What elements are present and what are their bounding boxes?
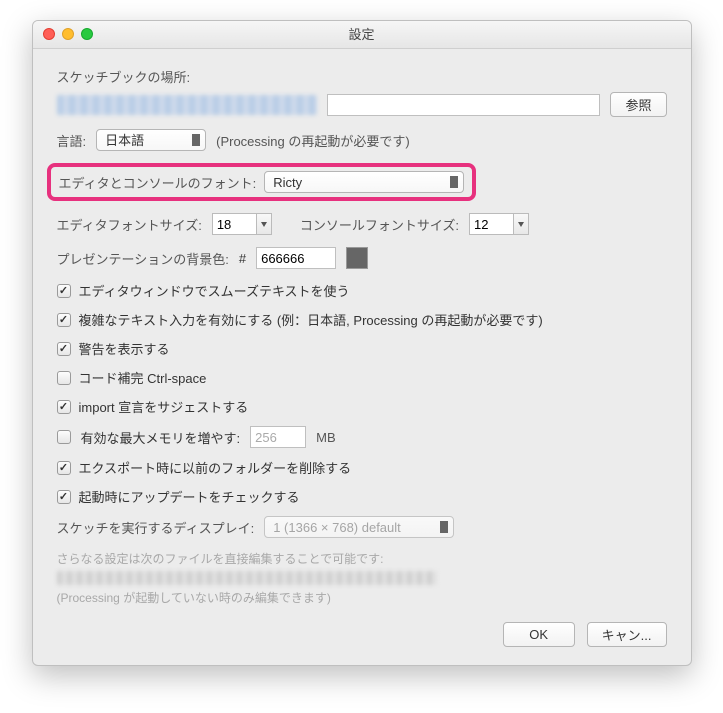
- import-suggest-label: import 宣言をサジェストする: [79, 397, 249, 416]
- check-updates-label: 起動時にアップデートをチェックする: [79, 487, 300, 506]
- content-area: スケッチブックの場所: 参照 言語: 日本語 (Processing の再起動が…: [33, 49, 691, 665]
- smooth-text-label: エディタウィンドウでスムーズテキストを使う: [79, 281, 350, 300]
- language-select[interactable]: 日本語: [96, 129, 206, 151]
- font-select-wrap: Ricty: [264, 171, 464, 193]
- prefs-file-note-2: (Processing が起動していない時のみ編集できます): [57, 589, 667, 606]
- chevron-updown-icon: [194, 136, 200, 145]
- sketchbook-path-input[interactable]: [327, 94, 601, 116]
- console-font-size-label: コンソールフォントサイズ:: [300, 215, 459, 234]
- cancel-button[interactable]: キャン...: [587, 622, 667, 647]
- editor-font-size-input[interactable]: [212, 213, 256, 235]
- hash-sign: #: [239, 251, 246, 266]
- browse-button[interactable]: 参照: [610, 92, 666, 117]
- display-select[interactable]: 1 (1366 × 768) default: [264, 516, 454, 538]
- memory-unit: MB: [316, 430, 336, 445]
- editor-font-size-combo[interactable]: [212, 213, 272, 235]
- sketchbook-label: スケッチブックの場所:: [57, 70, 191, 85]
- prefs-file-note-1: さらなる設定は次のファイルを直接編集することで可能です:: [57, 550, 667, 567]
- language-hint: (Processing の再起動が必要です): [216, 131, 410, 150]
- chevron-down-icon[interactable]: [513, 213, 529, 235]
- chevron-down-icon[interactable]: [256, 213, 272, 235]
- language-select-wrap: 日本語: [96, 129, 206, 151]
- display-select-wrap: 1 (1366 × 768) default: [264, 516, 454, 538]
- import-suggest-checkbox[interactable]: [57, 400, 71, 414]
- warnings-label: 警告を表示する: [79, 339, 170, 358]
- memory-label: 有効な最大メモリを増やす:: [81, 428, 241, 447]
- presentation-color-input[interactable]: [256, 247, 336, 269]
- editor-font-size-label: エディタフォントサイズ:: [57, 215, 202, 234]
- color-swatch[interactable]: [346, 247, 368, 269]
- sketchbook-path-obscured: [57, 95, 317, 115]
- minimize-button[interactable]: [62, 28, 74, 40]
- memory-input[interactable]: [250, 426, 306, 448]
- console-font-size-combo[interactable]: [469, 213, 529, 235]
- chevron-updown-icon: [442, 523, 448, 532]
- presentation-bg-label: プレゼンテーションの背景色:: [57, 249, 229, 268]
- font-highlight-box: エディタとコンソールのフォント: Ricty: [47, 163, 477, 201]
- code-completion-checkbox[interactable]: [57, 371, 71, 385]
- ok-button[interactable]: OK: [503, 622, 575, 647]
- delete-folder-checkbox[interactable]: [57, 461, 71, 475]
- close-button[interactable]: [43, 28, 55, 40]
- preferences-window: 設定 スケッチブックの場所: 参照 言語: 日本語 (Processing の再…: [32, 20, 692, 666]
- chevron-updown-icon: [452, 178, 458, 187]
- memory-checkbox[interactable]: [57, 430, 71, 444]
- console-font-size-input[interactable]: [469, 213, 513, 235]
- window-controls: [43, 28, 93, 40]
- language-label: 言語:: [57, 131, 87, 150]
- window-title: 設定: [348, 27, 374, 42]
- font-select[interactable]: Ricty: [264, 171, 464, 193]
- complex-input-checkbox[interactable]: [57, 313, 71, 327]
- titlebar: 設定: [33, 21, 691, 49]
- dialog-footer: OK キャン...: [57, 622, 667, 647]
- delete-folder-label: エクスポート時に以前のフォルダーを削除する: [79, 458, 352, 477]
- zoom-button[interactable]: [81, 28, 93, 40]
- complex-input-label: 複雑なテキスト入力を有効にする (例：日本語, Processing の再起動が…: [79, 310, 543, 329]
- check-updates-checkbox[interactable]: [57, 490, 71, 504]
- display-label: スケッチを実行するディスプレイ:: [57, 518, 255, 537]
- prefs-file-path-obscured: [57, 571, 437, 585]
- smooth-text-checkbox[interactable]: [57, 284, 71, 298]
- warnings-checkbox[interactable]: [57, 342, 71, 356]
- font-label: エディタとコンソールのフォント:: [59, 173, 257, 192]
- code-completion-label: コード補完 Ctrl-space: [79, 368, 207, 387]
